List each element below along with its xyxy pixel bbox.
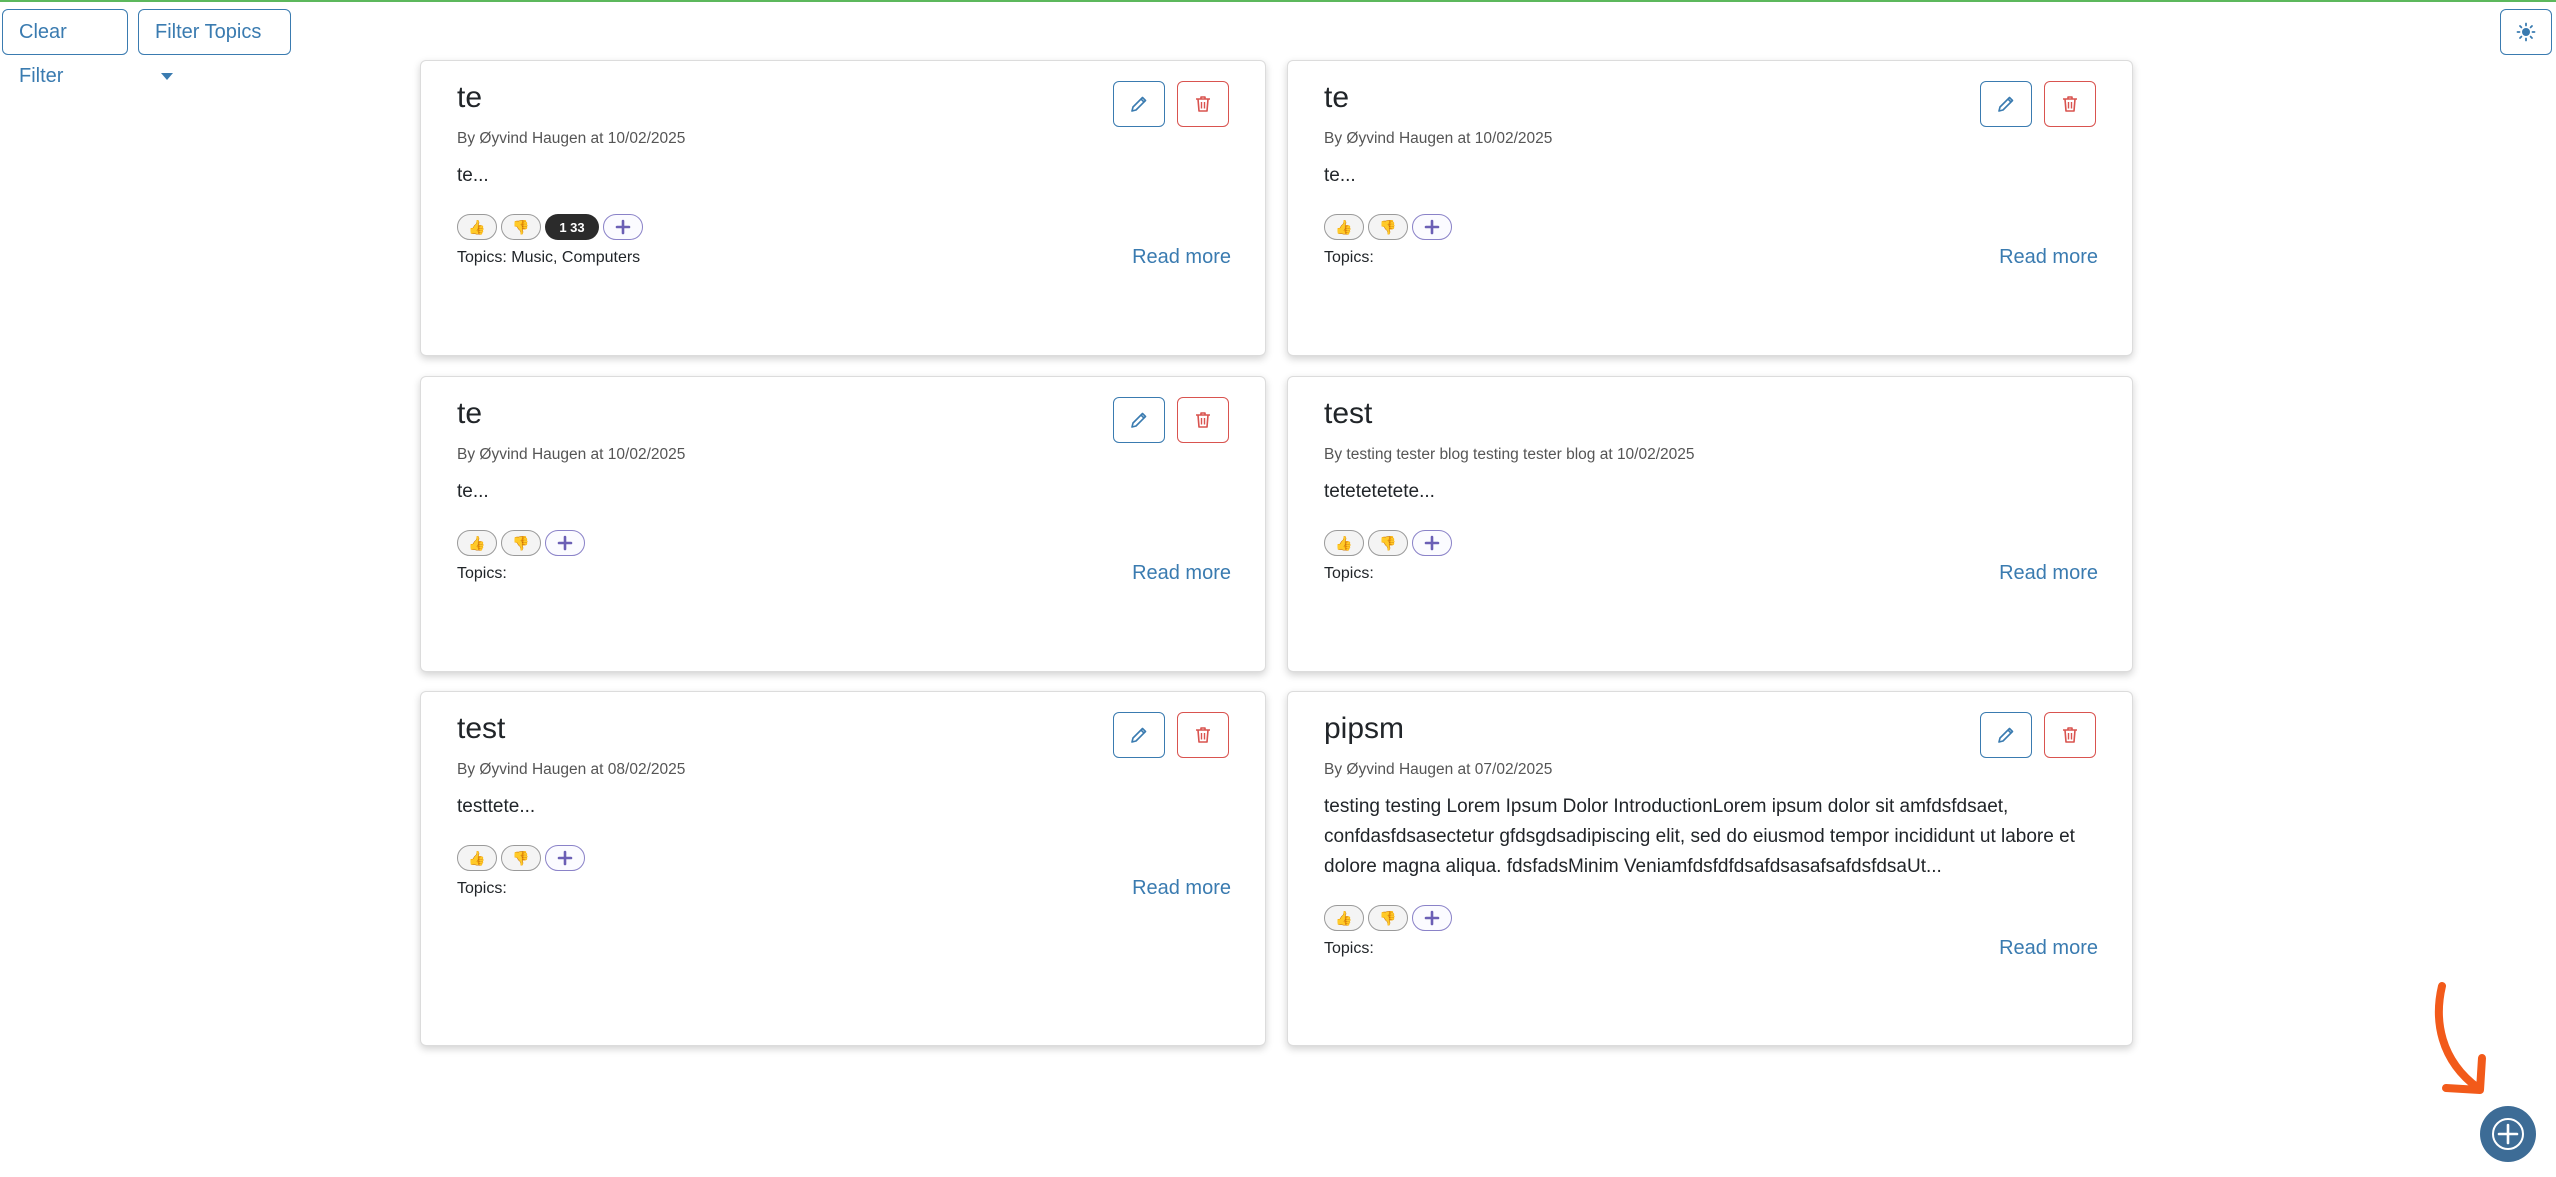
post-meta: By Øyvind Haugen at 10/02/2025 [1324,130,1553,147]
post-topics: Topics: Music, Computers [457,249,641,266]
delete-button[interactable] [1177,81,1229,127]
reaction-bar: 👍 👎 [1324,905,1452,931]
like-button[interactable]: 👍 [457,845,497,871]
sun-icon [2516,22,2536,42]
filter-topics-dropdown[interactable]: Filter Topics [138,9,291,81]
like-button[interactable]: 👍 [457,214,497,240]
post-card: pipsm By Øyvind Haugen at 07/02/2025 tes… [1287,691,2133,1046]
pencil-icon [1131,412,1147,428]
like-button[interactable]: 👍 [457,530,497,556]
delete-button[interactable] [2044,712,2096,758]
read-more-link[interactable]: Read more [1132,246,1231,269]
trash-icon [1196,412,1210,428]
pencil-icon [1998,727,2014,743]
plus-icon [1424,910,1440,926]
like-button[interactable]: 👍 [1324,905,1364,931]
pencil-icon [1131,727,1147,743]
plus-icon [1424,535,1440,551]
trash-icon [1196,727,1210,743]
like-button[interactable]: 👍 [1324,530,1364,556]
add-reaction-button[interactable] [1412,905,1452,931]
reaction-bar: 👍 👎 1 33 [457,214,643,240]
delete-button[interactable] [1177,712,1229,758]
dislike-button[interactable]: 👎 [501,214,541,240]
post-card: test By testing tester blog testing test… [1287,376,2133,672]
reaction-bar: 👍 👎 [457,845,585,871]
edit-button[interactable] [1980,712,2032,758]
dislike-button[interactable]: 👎 [1368,214,1408,240]
plus-icon [557,850,573,866]
post-excerpt: te... [457,165,489,186]
edit-button[interactable] [1113,712,1165,758]
post-excerpt: testtete... [457,796,536,817]
plus-icon [1424,219,1440,235]
annotation-arrow [2434,982,2486,1094]
trash-icon [1196,96,1210,112]
post-excerpt: te... [1324,165,1356,186]
dislike-button[interactable]: 👎 [1368,530,1408,556]
read-more-link[interactable]: Read more [1999,246,2098,269]
edit-button[interactable] [1113,81,1165,127]
post-excerpt: tetetetetete... [1324,481,1435,502]
theme-toggle-button[interactable] [2500,9,2552,55]
filter-topics-label: Filter Topics [155,21,262,43]
trash-icon [2063,96,2077,112]
add-reaction-button[interactable] [545,845,585,871]
read-more-link[interactable]: Read more [1999,562,2098,585]
like-button[interactable]: 👍 [1324,214,1364,240]
delete-button[interactable] [2044,81,2096,127]
edit-button[interactable] [1980,81,2032,127]
post-title: te [457,81,483,114]
trash-icon [2063,727,2077,743]
post-title: test [1324,397,1373,430]
post-title: pipsm [1324,712,1405,745]
clear-filter-button[interactable]: Clear Filter [2,9,128,87]
post-meta: By Øyvind Haugen at 08/02/2025 [457,761,686,778]
post-meta: By Øyvind Haugen at 10/02/2025 [457,130,686,147]
post-meta: By testing tester blog testing tester bl… [1324,446,1695,463]
post-topics: Topics: [1324,565,1374,582]
read-more-link[interactable]: Read more [1132,562,1231,585]
post-title: test [457,712,506,745]
reaction-bar: 👍 👎 [1324,530,1452,556]
post-excerpt: testing testing Lorem Ipsum Dolor Introd… [1324,796,2075,877]
reaction-bar: 👍 👎 [1324,214,1452,240]
post-title: te [1324,81,1350,114]
caret-down-icon [161,73,173,81]
plus-icon [2492,1118,2524,1150]
dislike-button[interactable]: 👎 [501,845,541,871]
reaction-bar: 👍 👎 [457,530,585,556]
post-topics: Topics: [457,880,507,897]
add-reaction-button[interactable] [603,214,643,240]
delete-button[interactable] [1177,397,1229,443]
post-topics: Topics: [457,565,507,582]
plus-icon [615,219,631,235]
post-title: te [457,397,483,430]
add-post-button[interactable] [2480,1106,2536,1162]
dislike-button[interactable]: 👎 [1368,905,1408,931]
pencil-icon [1998,96,2014,112]
post-meta: By Øyvind Haugen at 10/02/2025 [457,446,686,463]
pencil-icon [1131,96,1147,112]
post-card: test By Øyvind Haugen at 08/02/2025 test… [420,691,1266,1046]
plus-icon [557,535,573,551]
post-card: te By Øyvind Haugen at 10/02/2025 te... … [420,376,1266,672]
edit-button[interactable] [1113,397,1165,443]
add-reaction-button[interactable] [1412,530,1452,556]
add-reaction-button[interactable] [545,530,585,556]
read-more-link[interactable]: Read more [1132,877,1231,900]
reaction-count-badge: 1 33 [545,214,599,240]
post-card: te By Øyvind Haugen at 10/02/2025 te... … [1287,60,2133,356]
post-topics: Topics: [1324,249,1374,266]
add-reaction-button[interactable] [1412,214,1452,240]
post-meta: By Øyvind Haugen at 07/02/2025 [1324,761,1553,778]
post-card: te By Øyvind Haugen at 10/02/2025 te... … [420,60,1266,356]
read-more-link[interactable]: Read more [1999,937,2098,960]
dislike-button[interactable]: 👎 [501,530,541,556]
post-topics: Topics: [1324,940,1374,957]
post-excerpt: te... [457,481,489,502]
